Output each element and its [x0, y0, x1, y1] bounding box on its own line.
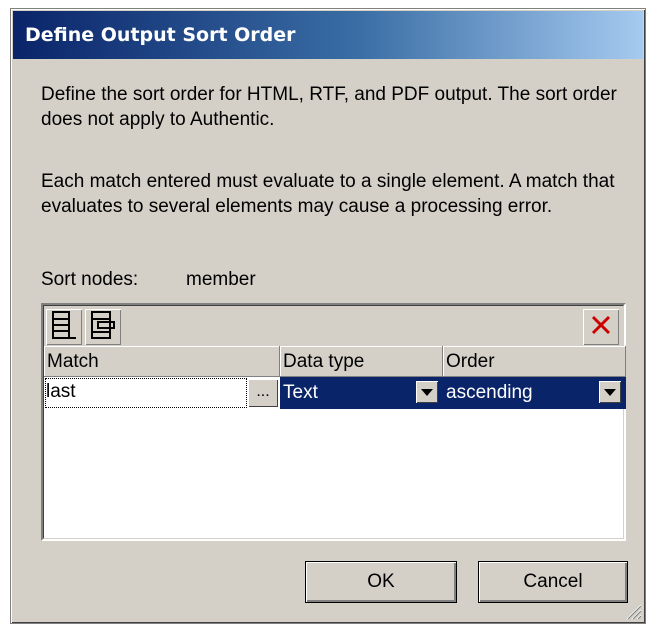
delete-icon	[589, 313, 613, 342]
description-paragraph-1: Define the sort order for HTML, RTF, and…	[41, 84, 617, 130]
resize-grip-icon[interactable]	[624, 602, 642, 620]
title-bar: Define Output Sort Order	[13, 11, 643, 59]
data-type-dropdown-button[interactable]	[416, 381, 438, 403]
sort-nodes-value: member	[186, 269, 256, 290]
grid-toolbar	[44, 306, 623, 346]
description-paragraph-2: Each match entered must evaluate to a si…	[41, 171, 615, 217]
ok-button[interactable]: OK	[305, 561, 457, 603]
order-select[interactable]: ascending	[443, 377, 626, 409]
chevron-down-icon	[421, 388, 433, 396]
sort-nodes-label: Sort nodes:	[41, 269, 139, 290]
sort-grid: Match Data type Order last ... Text asce…	[41, 303, 626, 541]
insert-row-button[interactable]	[85, 309, 121, 345]
table-row: last ... Text ascending	[44, 377, 626, 409]
column-header-match[interactable]: Match	[44, 346, 280, 377]
data-type-select[interactable]: Text	[280, 377, 443, 409]
data-type-value: Text	[283, 382, 318, 403]
sort-nodes-row: Sort nodes: member	[41, 267, 256, 292]
column-header-order[interactable]: Order	[443, 346, 626, 377]
sort-order-dialog: Define Output Sort Order Define the sort…	[10, 8, 646, 624]
order-value: ascending	[446, 382, 533, 403]
insert-row-icon	[89, 310, 117, 345]
browse-xpath-button[interactable]: ...	[248, 379, 278, 407]
match-input[interactable]: last	[44, 377, 248, 409]
append-row-button[interactable]	[46, 309, 82, 345]
chevron-down-icon	[604, 388, 616, 396]
column-header-data-type[interactable]: Data type	[280, 346, 443, 377]
cancel-button[interactable]: Cancel	[478, 561, 628, 603]
delete-row-button[interactable]	[583, 309, 619, 345]
order-dropdown-button[interactable]	[599, 381, 621, 403]
append-row-icon	[50, 310, 78, 345]
